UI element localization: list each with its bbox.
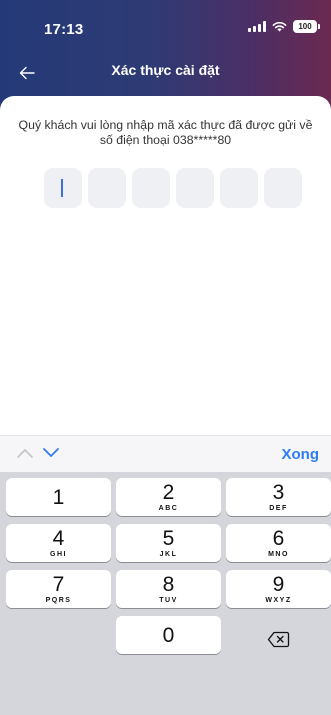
key-2[interactable]: 2 ABC [116,478,221,516]
battery-icon: 100 [293,20,320,33]
status-icons: 100 [248,20,320,33]
key-digit: 1 [52,485,65,509]
key-digit: 0 [162,623,175,647]
key-4[interactable]: 4 GHI [6,524,111,562]
otp-digit-4[interactable] [176,168,214,208]
chevron-up-icon [17,449,33,458]
key-letters: JKL [159,550,178,558]
key-letters: ABC [158,504,179,512]
otp-digit-3[interactable] [132,168,170,208]
signal-icon [248,21,266,32]
key-3[interactable]: 3 DEF [226,478,331,516]
key-digit: 5 [162,526,175,550]
key-digit: 4 [52,526,65,550]
key-digit: 2 [162,480,175,504]
status-bar: 17:13 100 [0,0,331,50]
key-6[interactable]: 6 MNO [226,524,331,562]
previous-field-button[interactable] [16,446,34,464]
wifi-icon [272,21,287,32]
otp-input-group[interactable] [44,168,302,208]
key-digit: 6 [272,526,285,550]
delete-key[interactable] [226,620,331,658]
key-letters: GHI [50,550,67,558]
key-letters: PQRS [45,596,72,604]
key-0[interactable]: 0 [116,616,221,654]
chevron-down-icon [43,448,59,457]
key-digit: 8 [162,572,175,596]
otp-digit-5[interactable] [220,168,258,208]
numeric-keyboard: 1 2 ABC 3 DEF 4 GHI 5 JKL 6 MNO 7 PQRS 8… [0,472,331,715]
content-sheet: Quý khách vui lòng nhập mã xác thực đã đ… [0,96,331,435]
otp-digit-1[interactable] [44,168,82,208]
next-field-button[interactable] [42,446,60,464]
key-digit: 7 [52,572,65,596]
key-letters: MNO [268,550,289,558]
otp-digit-6[interactable] [264,168,302,208]
instruction-text: Quý khách vui lòng nhập mã xác thực đã đ… [18,118,313,147]
key-digit: 3 [272,480,285,504]
keyboard-toolbar: Xong [0,435,331,472]
key-digit: 9 [272,572,285,596]
key-8[interactable]: 8 TUV [116,570,221,608]
backspace-icon [267,631,290,647]
done-button[interactable]: Xong [282,446,320,463]
key-letters: DEF [269,504,288,512]
key-1[interactable]: 1 [6,478,111,516]
key-7[interactable]: 7 PQRS [6,570,111,608]
key-9[interactable]: 9 WXYZ [226,570,331,608]
status-time: 17:13 [44,21,84,38]
key-letters: WXYZ [265,596,292,604]
otp-digit-2[interactable] [88,168,126,208]
nav-bar: Xác thực cài đặt [0,50,331,96]
key-5[interactable]: 5 JKL [116,524,221,562]
page-title: Xác thực cài đặt [111,62,220,78]
key-letters: TUV [159,596,178,604]
